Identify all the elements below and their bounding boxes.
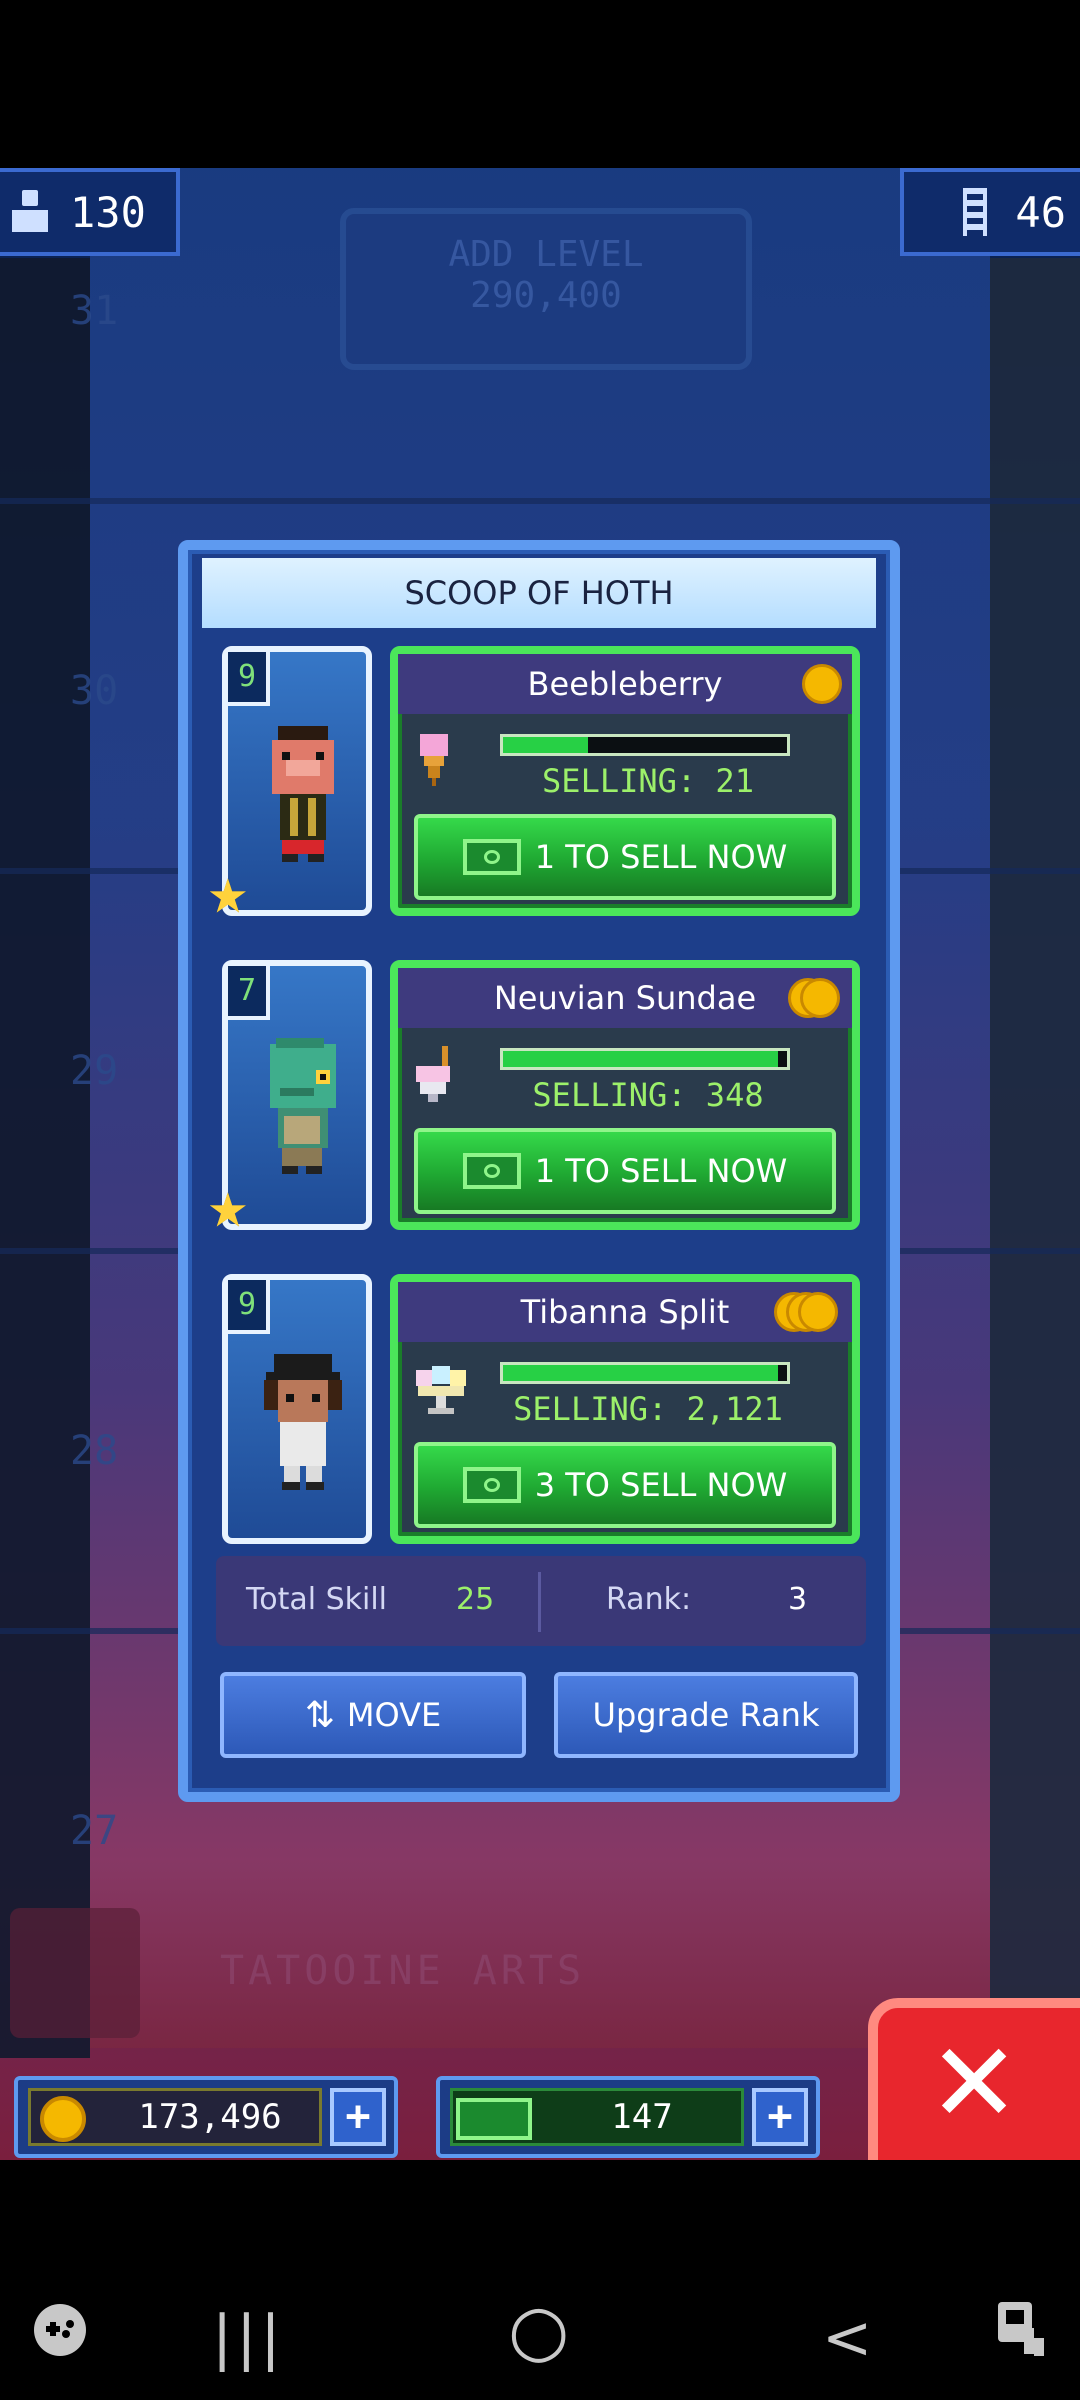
banana-split-icon bbox=[416, 1366, 466, 1414]
background-add-level-button: ADD LEVEL 290,400 bbox=[340, 208, 752, 370]
coin-value-icon bbox=[774, 1292, 842, 1336]
background-right-wall bbox=[990, 258, 1080, 2058]
total-skill-value: 25 bbox=[456, 1582, 495, 1617]
selling-count: SELLING: 348 bbox=[532, 1076, 764, 1114]
recents-button[interactable]: ||| bbox=[212, 2308, 285, 2368]
worker-level: 7 bbox=[228, 966, 270, 1020]
product-card: Neuvian Sundae SELLING: 348 1 TO SELL NO… bbox=[390, 960, 860, 1230]
floor-divider bbox=[0, 498, 1080, 504]
star-icon: ★ bbox=[208, 852, 248, 929]
ice-cream-cone-icon bbox=[420, 734, 448, 786]
sell-now-button[interactable]: 1 TO SELL NOW bbox=[414, 814, 836, 900]
product-row: 9 ★ Beebleberry SELLING: 21 1 TO SELL NO… bbox=[208, 646, 872, 930]
product-name: Beebleberry bbox=[398, 654, 852, 714]
background-left-wall bbox=[0, 258, 90, 2058]
upgrade-rank-label: Upgrade Rank bbox=[592, 1696, 820, 1734]
worker-level: 9 bbox=[228, 652, 270, 706]
up-down-arrows-icon: ⇅ bbox=[304, 1694, 335, 1736]
floor-number: 29 bbox=[70, 1048, 119, 1094]
sell-now-button[interactable]: 1 TO SELL NOW bbox=[414, 1128, 836, 1214]
floor-number: 31 bbox=[70, 288, 119, 334]
floor-counter[interactable]: 46 bbox=[900, 168, 1080, 256]
product-name: Neuvian Sundae bbox=[398, 968, 852, 1028]
move-button[interactable]: ⇅ MOVE bbox=[220, 1672, 526, 1758]
selling-count: SELLING: 21 bbox=[542, 762, 754, 800]
floor-stats-panel: Total Skill 25 Rank: 3 bbox=[216, 1556, 866, 1646]
sell-now-button[interactable]: 3 TO SELL NOW bbox=[414, 1442, 836, 1528]
bux-icon bbox=[462, 839, 521, 875]
accessibility-icon[interactable] bbox=[994, 2298, 1050, 2360]
sell-now-label: 3 TO SELL NOW bbox=[534, 1466, 788, 1504]
stock-progress-bar bbox=[500, 734, 790, 756]
floor-number: 28 bbox=[70, 1428, 119, 1474]
bux-balance: 147 + bbox=[436, 2076, 820, 2158]
background-floor-arrow bbox=[10, 1908, 140, 2038]
star-icon: ★ bbox=[208, 1166, 248, 1243]
officer-worker-icon bbox=[264, 1354, 342, 1490]
game-launcher-icon[interactable] bbox=[30, 2300, 90, 2360]
coin-balance: 173,496 + bbox=[14, 2076, 398, 2158]
bux-icon bbox=[462, 1153, 521, 1189]
add-level-label: ADD LEVEL bbox=[448, 234, 644, 275]
bux-balance-value: 147 bbox=[611, 2097, 673, 2137]
home-button[interactable]: ○ bbox=[508, 2295, 569, 2365]
product-card: Tibanna Split SELLING: 2,121 3 TO SELL N… bbox=[390, 1274, 860, 1544]
buy-coins-button[interactable]: + bbox=[330, 2088, 386, 2146]
total-skill-label: Total Skill bbox=[246, 1582, 388, 1617]
product-card: Beebleberry SELLING: 21 1 TO SELL NOW bbox=[390, 646, 860, 916]
worker-portrait[interactable]: 7 ★ bbox=[208, 960, 372, 1238]
floor-number: 30 bbox=[70, 668, 119, 714]
system-nav-bar: ||| ○ < bbox=[0, 2160, 1080, 2400]
sell-now-label: 1 TO SELL NOW bbox=[534, 838, 788, 876]
floor-count-value: 46 bbox=[1015, 187, 1066, 237]
pig-worker-icon bbox=[272, 726, 334, 862]
stock-progress-bar bbox=[500, 1362, 790, 1384]
coin-value-icon bbox=[788, 978, 842, 1022]
sundae-icon bbox=[416, 1046, 450, 1102]
upgrade-rank-button[interactable]: Upgrade Rank bbox=[554, 1672, 858, 1758]
coin-balance-value: 173,496 bbox=[138, 2097, 282, 2137]
coin-icon bbox=[40, 2096, 86, 2142]
worker-level: 9 bbox=[228, 1280, 270, 1334]
tower-icon bbox=[963, 188, 988, 248]
stats-divider bbox=[538, 1572, 541, 1632]
population-value: 130 bbox=[70, 187, 146, 237]
background-floor-name: TATOOINE ARTS bbox=[220, 1948, 586, 1994]
rank-label: Rank: bbox=[606, 1582, 692, 1617]
product-row: 7 ★ Neuvian Sundae SELLING: 348 1 TO SEL… bbox=[208, 960, 872, 1244]
alien-worker-icon bbox=[270, 1038, 336, 1174]
coin-value-icon bbox=[802, 664, 842, 708]
selling-count: SELLING: 2,121 bbox=[513, 1390, 783, 1428]
rank-value: 3 bbox=[788, 1582, 808, 1617]
population-counter[interactable]: 130 bbox=[0, 168, 180, 256]
worker-portrait[interactable]: 9 bbox=[222, 1274, 372, 1544]
sell-now-label: 1 TO SELL NOW bbox=[534, 1152, 788, 1190]
close-dialog-button[interactable]: ✕ bbox=[868, 1998, 1080, 2160]
bux-icon bbox=[456, 2098, 532, 2140]
floor-detail-dialog: SCOOP OF HOTH 9 ★ Beebleberry SELLING: 2… bbox=[178, 540, 900, 1802]
add-level-cost: 290,400 bbox=[470, 275, 622, 316]
stock-progress-bar bbox=[500, 1048, 790, 1070]
product-row: 9 Tibanna Split SELLING: 2,121 3 TO SELL… bbox=[208, 1274, 872, 1558]
buy-bux-button[interactable]: + bbox=[752, 2088, 808, 2146]
close-icon: ✕ bbox=[928, 2019, 1021, 2147]
move-label: MOVE bbox=[346, 1696, 442, 1734]
dialog-title: SCOOP OF HOTH bbox=[202, 558, 876, 628]
game-viewport: ADD LEVEL 290,400 31 30 29 28 27 TATOOIN… bbox=[0, 168, 1080, 2160]
worker-portrait[interactable]: 9 ★ bbox=[208, 646, 372, 924]
floor-number: 27 bbox=[70, 1808, 119, 1854]
back-button[interactable]: < bbox=[822, 2308, 872, 2368]
bux-icon bbox=[462, 1467, 521, 1503]
person-icon bbox=[10, 188, 52, 236]
